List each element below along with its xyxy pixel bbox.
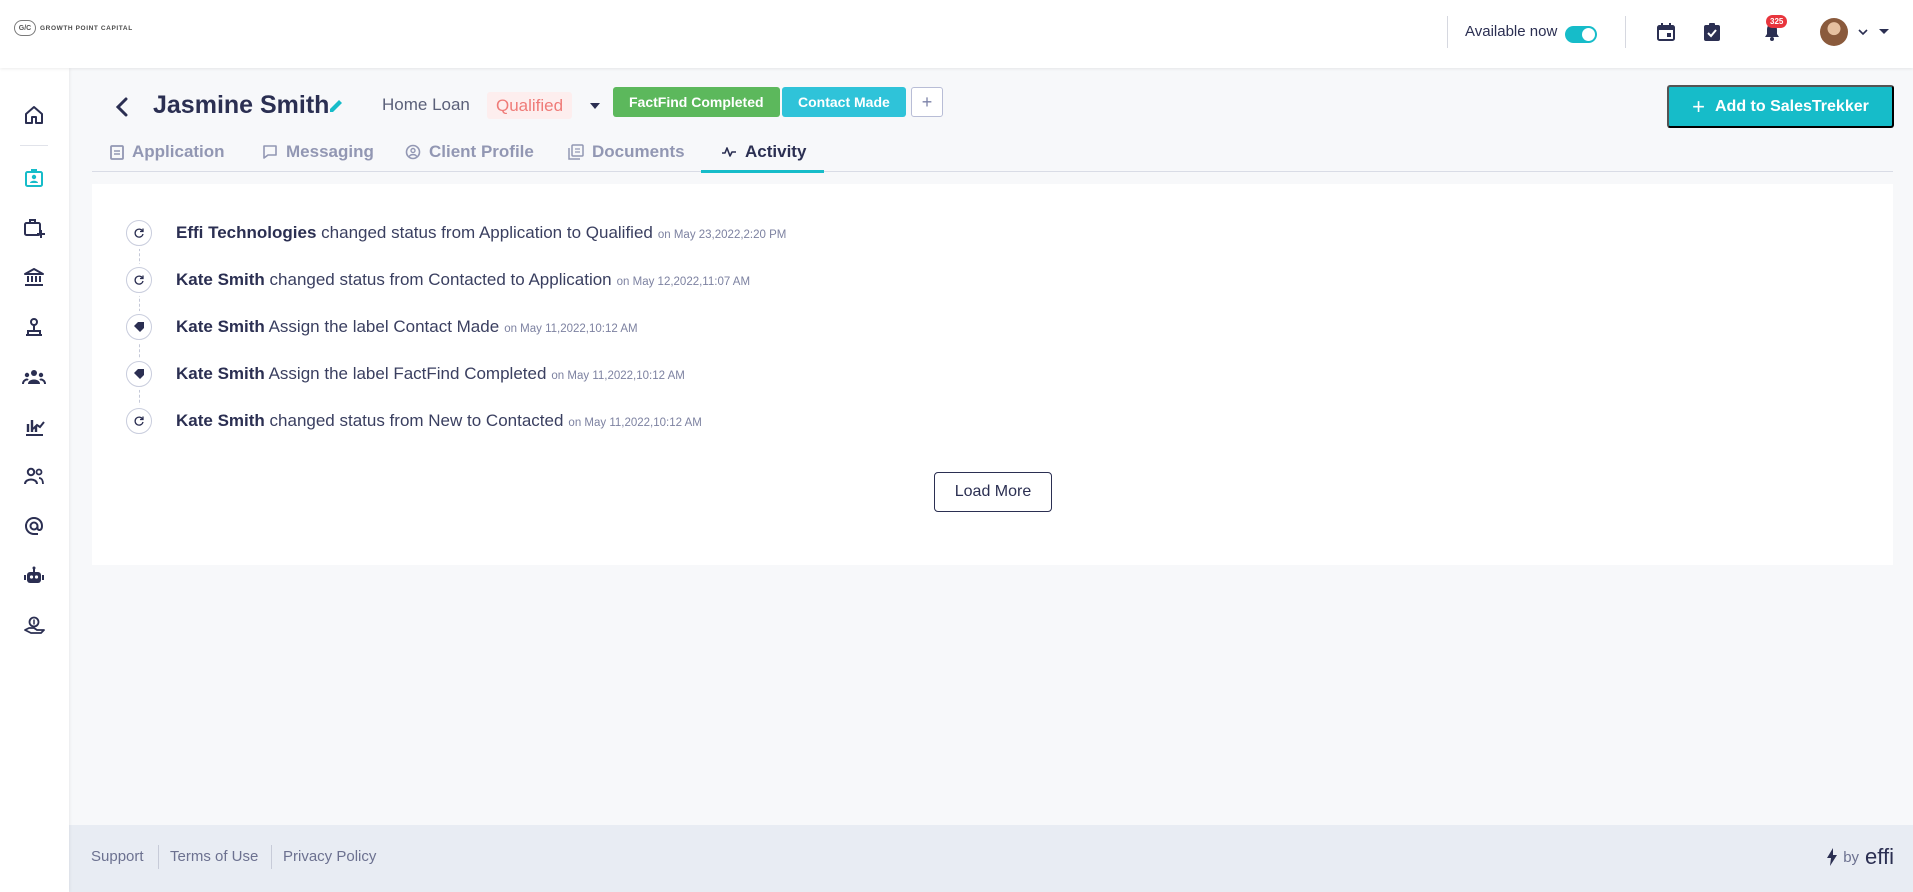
activity-text: Effi Technologies changed status from Ap… [176, 223, 786, 243]
bolt-icon [1827, 848, 1838, 866]
team-icon[interactable] [21, 364, 47, 390]
status-dropdown-caret-icon[interactable] [590, 103, 600, 109]
divider [1625, 16, 1626, 48]
message-icon [263, 144, 277, 159]
back-button[interactable] [112, 96, 134, 118]
sidebar [0, 68, 69, 892]
leads-icon[interactable] [21, 165, 47, 191]
refresh-icon [126, 220, 152, 246]
status-badge[interactable]: Qualified [487, 92, 573, 119]
footer-link-terms[interactable]: Terms of Use [170, 848, 258, 865]
tab-messaging[interactable]: Messaging [262, 131, 374, 172]
load-more-button[interactable]: Load More [934, 472, 1052, 512]
top-bar: G/C GROWTH POINT CAPITAL Available now 3… [0, 0, 1913, 68]
footer-link-privacy[interactable]: Privacy Policy [283, 848, 376, 865]
powered-by-effi: by effi [1827, 844, 1894, 870]
activity-date: on May 23,2022,2:20 PM [657, 229, 787, 241]
tab-label: Documents [592, 141, 685, 161]
tag-icon [126, 361, 152, 387]
money-hand-icon[interactable] [21, 613, 47, 639]
activity-date: on May 12,2022,11:07 AM [616, 276, 751, 288]
add-to-salestrekker-button[interactable]: + Add to SalesTrekker [1667, 85, 1894, 128]
robot-icon[interactable] [21, 563, 47, 589]
tab-label: Activity [745, 141, 807, 161]
add-to-salestrekker-label: Add to SalesTrekker [1715, 97, 1869, 115]
divider [1447, 16, 1448, 48]
home-icon[interactable] [21, 102, 47, 128]
analytics-icon[interactable] [21, 414, 47, 440]
tab-client-profile[interactable]: Client Profile [405, 131, 534, 172]
activity-action: Assign the label FactFind Completed [268, 364, 547, 383]
clipboard-icon [110, 144, 124, 160]
activity-actor: Kate Smith [176, 364, 265, 383]
tag-icon [126, 314, 152, 340]
activity-item: Kate Smith Assign the label Contact Made… [126, 313, 638, 341]
logo-text: GROWTH POINT CAPITAL [40, 24, 133, 32]
arrow-left-icon [115, 97, 128, 117]
active-tab-indicator [701, 170, 824, 173]
tab-label: Messaging [286, 141, 374, 161]
contacts-icon[interactable] [21, 463, 47, 489]
logo-mark: G/C [14, 20, 36, 36]
footer: Support Terms of Use Privacy Policy by e… [69, 825, 1913, 892]
activity-date: on May 11,2022,10:12 AM [551, 370, 685, 382]
chevron-down-icon[interactable] [1857, 26, 1869, 38]
brand-name: effi [1865, 844, 1894, 869]
activity-item: Kate Smith changed status from New to Co… [126, 407, 702, 435]
tab-activity[interactable]: Activity [721, 131, 806, 172]
activity-actor: Kate Smith [176, 270, 265, 289]
availability-label: Available now [1465, 23, 1558, 40]
caret-down-icon[interactable] [1878, 26, 1890, 38]
pencil-edit-icon[interactable] [327, 97, 345, 115]
activity-actor: Effi Technologies [176, 223, 317, 242]
bank-icon[interactable] [21, 264, 47, 290]
tab-documents[interactable]: Documents [568, 131, 685, 172]
client-name: Jasmine Smith [153, 91, 330, 119]
refresh-icon [126, 267, 152, 293]
refresh-icon [126, 408, 152, 434]
activity-actor: Kate Smith [176, 317, 265, 336]
footer-divider [158, 845, 159, 869]
at-sign-icon[interactable] [21, 513, 47, 539]
activity-item: Kate Smith Assign the label FactFind Com… [126, 360, 685, 388]
activity-text: Kate Smith changed status from Contacted… [176, 270, 750, 290]
activity-action: changed status from Application to Quali… [321, 223, 653, 242]
tab-application[interactable]: Application [110, 131, 225, 172]
footer-divider [271, 845, 272, 869]
activity-action: changed status from New to Contacted [269, 411, 564, 430]
briefcase-add-icon[interactable] [21, 215, 47, 241]
activity-text: Kate Smith changed status from New to Co… [176, 411, 702, 431]
activity-text: Kate Smith Assign the label Contact Made… [176, 317, 638, 337]
notification-count-badge: 325 [1766, 15, 1788, 28]
activity-date: on May 11,2022,10:12 AM [504, 323, 638, 335]
user-circle-icon [405, 144, 421, 159]
activity-date: on May 11,2022,10:12 AM [568, 417, 702, 429]
calendar-icon[interactable] [1654, 20, 1678, 44]
activity-item: Effi Technologies changed status from Ap… [126, 219, 786, 247]
network-icon[interactable] [21, 314, 47, 340]
label-chip-contact-made[interactable]: Contact Made [782, 87, 906, 117]
company-logo[interactable]: G/C GROWTH POINT CAPITAL [14, 20, 133, 36]
activity-action: changed status from Contacted to Applica… [269, 270, 612, 289]
availability-toggle[interactable] [1565, 26, 1597, 43]
avatar[interactable] [1820, 18, 1848, 46]
activity-actor: Kate Smith [176, 411, 265, 430]
tab-bar: Application Messaging Client Profile Doc… [92, 131, 1893, 172]
task-check-icon[interactable] [1700, 20, 1724, 44]
plus-icon: + [1692, 93, 1705, 119]
brand-by: by [1843, 848, 1860, 866]
activity-item: Kate Smith changed status from Contacted… [126, 266, 750, 294]
add-label-button[interactable]: + [911, 87, 943, 117]
tab-label: Application [132, 141, 225, 161]
activity-action: Assign the label Contact Made [268, 317, 500, 336]
tab-label: Client Profile [429, 141, 534, 161]
activity-icon [722, 146, 736, 157]
activity-text: Kate Smith Assign the label FactFind Com… [176, 364, 685, 384]
footer-link-support[interactable]: Support [91, 848, 144, 865]
loan-type: Home Loan [382, 95, 470, 114]
label-chip-factfind[interactable]: FactFind Completed [613, 87, 780, 117]
sidebar-divider [20, 145, 48, 146]
documents-icon [568, 143, 584, 160]
